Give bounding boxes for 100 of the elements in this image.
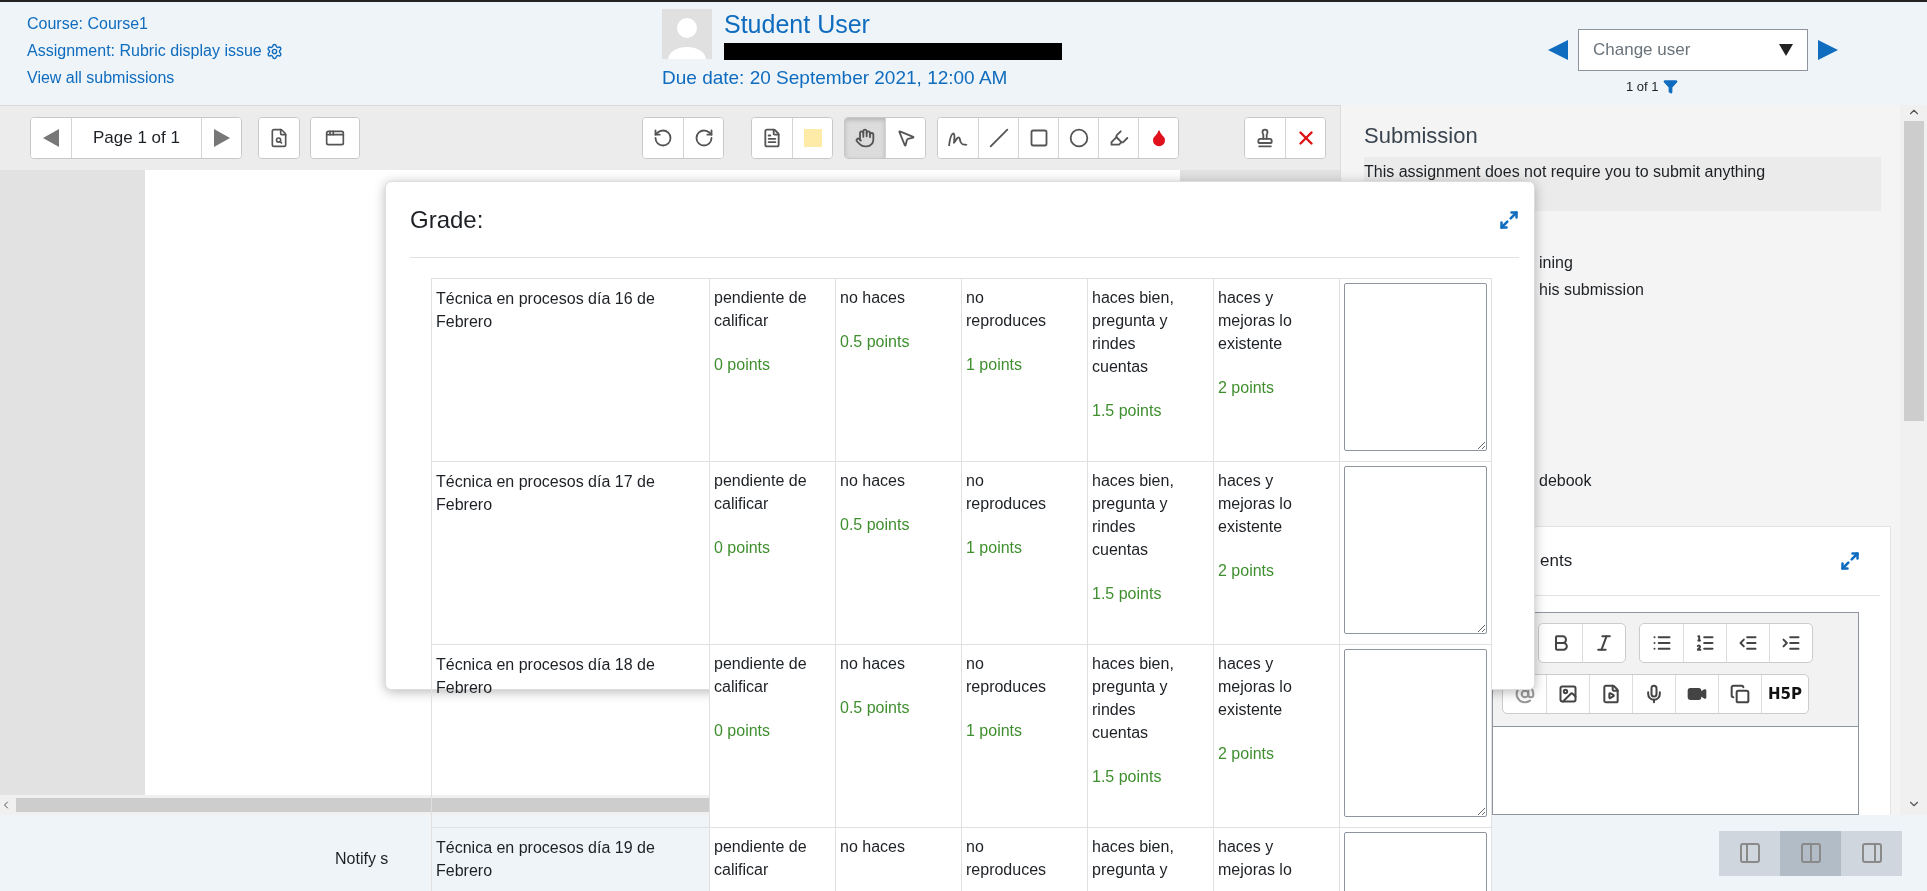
color-swatch-icon bbox=[802, 128, 823, 148]
rotate-right-icon bbox=[693, 128, 714, 148]
next-user-button[interactable] bbox=[1816, 38, 1840, 62]
annotation-tool-button[interactable] bbox=[1138, 118, 1178, 158]
copy-icon bbox=[1730, 684, 1750, 704]
level-points: 1 points bbox=[966, 538, 1024, 558]
level-points: 0.5 points bbox=[840, 515, 911, 535]
columns-icon bbox=[1798, 841, 1823, 865]
level-description: haces y mejoras lo bbox=[1218, 837, 1293, 880]
level-description: haces bien, pregunta y rindes cuentas bbox=[1092, 654, 1175, 743]
remark-field[interactable] bbox=[1344, 649, 1487, 817]
level-description: no reproduces bbox=[966, 288, 1048, 331]
annotation-tool-button[interactable] bbox=[885, 118, 925, 158]
pointer-icon bbox=[895, 128, 916, 148]
assignment-link[interactable]: Assignment: Rubric display issue bbox=[27, 42, 283, 60]
level-description: no reproduces bbox=[966, 471, 1048, 514]
level-points: 1.5 points bbox=[1092, 401, 1163, 421]
italic-icon bbox=[1594, 633, 1614, 653]
level-description: no haces bbox=[840, 837, 906, 857]
level-points: 0.5 points bbox=[840, 332, 911, 352]
vertical-scrollbar[interactable] bbox=[1900, 105, 1927, 815]
editor-button[interactable]: H5P bbox=[1761, 675, 1808, 713]
left-triangle-icon bbox=[43, 129, 59, 147]
expand-icon[interactable] bbox=[1840, 551, 1860, 571]
annotation-tool-button[interactable] bbox=[1285, 118, 1325, 158]
layout-toggle-button[interactable] bbox=[1719, 830, 1780, 876]
user-count: 1 of 1 bbox=[1626, 79, 1659, 94]
level-description: haces y mejoras lo existente bbox=[1218, 288, 1293, 354]
remark-field[interactable] bbox=[1344, 466, 1487, 634]
level-description: haces bien, pregunta y rindes cuentas bbox=[1092, 471, 1175, 560]
level-points: 2 points bbox=[1218, 561, 1276, 581]
criterion-text: Técnica en procesos día 18 de Febrero bbox=[436, 656, 655, 696]
level-description: pendiente de calificar bbox=[714, 837, 808, 880]
rotate-left-icon bbox=[653, 128, 673, 148]
level-description: pendiente de calificar bbox=[714, 288, 808, 331]
comment-icon bbox=[762, 128, 782, 148]
annotation-tool-button[interactable] bbox=[683, 118, 723, 158]
level-points: 1.5 points bbox=[1092, 584, 1163, 604]
panel-right-icon bbox=[1859, 841, 1884, 865]
next-page-button[interactable] bbox=[201, 118, 241, 158]
document-search-icon bbox=[269, 128, 289, 148]
feedback-editor[interactable]: H5P bbox=[1492, 612, 1859, 815]
hand-icon bbox=[855, 128, 875, 148]
video-file-icon bbox=[1601, 684, 1621, 704]
dialog-title: Grade: bbox=[410, 205, 484, 234]
bullet-list-icon bbox=[1651, 633, 1672, 653]
level-points: 1.5 points bbox=[1092, 767, 1163, 787]
level-description: no haces bbox=[840, 288, 906, 308]
highlighter-icon bbox=[1108, 128, 1129, 148]
level-points: 0 points bbox=[714, 721, 772, 741]
search-document-button[interactable] bbox=[259, 118, 299, 158]
change-user-select[interactable]: Change user bbox=[1578, 29, 1808, 71]
right-triangle-icon bbox=[213, 129, 230, 147]
image-icon bbox=[1558, 684, 1578, 704]
level-points: 2 points bbox=[1218, 378, 1276, 398]
level-description: pendiente de calificar bbox=[714, 654, 808, 697]
previous-user-button[interactable] bbox=[1546, 38, 1570, 62]
line-icon bbox=[988, 128, 1009, 148]
level-points: 1 points bbox=[966, 355, 1024, 375]
level-points: 2 points bbox=[1218, 744, 1276, 764]
level-description: haces bien, pregunta y rindes cuentas bbox=[1092, 288, 1175, 377]
layout-toggle-button[interactable] bbox=[1780, 830, 1841, 876]
level-description: haces y mejoras lo existente bbox=[1218, 471, 1293, 537]
course-link[interactable]: Course: Course1 bbox=[27, 15, 148, 33]
level-description: no reproduces bbox=[966, 654, 1048, 697]
view-submissions-link[interactable]: View all submissions bbox=[27, 69, 175, 87]
submission-heading: Submission bbox=[1364, 123, 1479, 149]
due-date: Due date: 20 September 2021, 12:00 AM bbox=[662, 67, 1009, 89]
expand-icon[interactable] bbox=[1499, 209, 1519, 230]
microphone-icon bbox=[1644, 684, 1664, 704]
notify-label: Notify s bbox=[335, 850, 389, 868]
status-text: ining bbox=[1539, 253, 1574, 273]
circle-icon bbox=[1068, 128, 1089, 148]
level-points: 0.5 points bbox=[840, 698, 911, 718]
level-points: 1 points bbox=[966, 721, 1024, 741]
dropdown-arrow-icon bbox=[1779, 44, 1793, 56]
gradebook-text: debook bbox=[1539, 471, 1593, 491]
expand-view-button[interactable] bbox=[311, 118, 359, 158]
level-points: 0 points bbox=[714, 355, 772, 375]
layout-toggle-button[interactable] bbox=[1841, 830, 1902, 876]
avatar-silhouette bbox=[662, 9, 712, 59]
rectangle-icon bbox=[1028, 128, 1049, 148]
annotation-tool-button[interactable] bbox=[845, 118, 885, 158]
settings-icon[interactable] bbox=[265, 42, 283, 60]
feedback-heading: ents bbox=[1540, 551, 1573, 571]
filter-icon[interactable] bbox=[1662, 79, 1678, 94]
level-description: no haces bbox=[840, 654, 906, 674]
level-description: haces y mejoras lo existente bbox=[1218, 654, 1293, 720]
criterion-text: Técnica en procesos día 17 de Febrero bbox=[436, 473, 655, 513]
level-description: pendiente de calificar bbox=[714, 471, 808, 514]
outdent-icon bbox=[1738, 633, 1758, 653]
criterion-text: Técnica en procesos día 19 de Febrero bbox=[436, 839, 655, 879]
remark-field[interactable] bbox=[1344, 283, 1487, 451]
user-name[interactable]: Student User bbox=[724, 10, 1062, 39]
level-description: haces bien, pregunta y bbox=[1092, 837, 1175, 880]
level-description: no reproduces bbox=[966, 837, 1048, 880]
level-description: no haces bbox=[840, 471, 906, 491]
level-points: 0 points bbox=[714, 538, 772, 558]
criterion-text: Técnica en procesos día 16 de Febrero bbox=[436, 290, 655, 330]
numbered-list-icon bbox=[1695, 633, 1715, 653]
